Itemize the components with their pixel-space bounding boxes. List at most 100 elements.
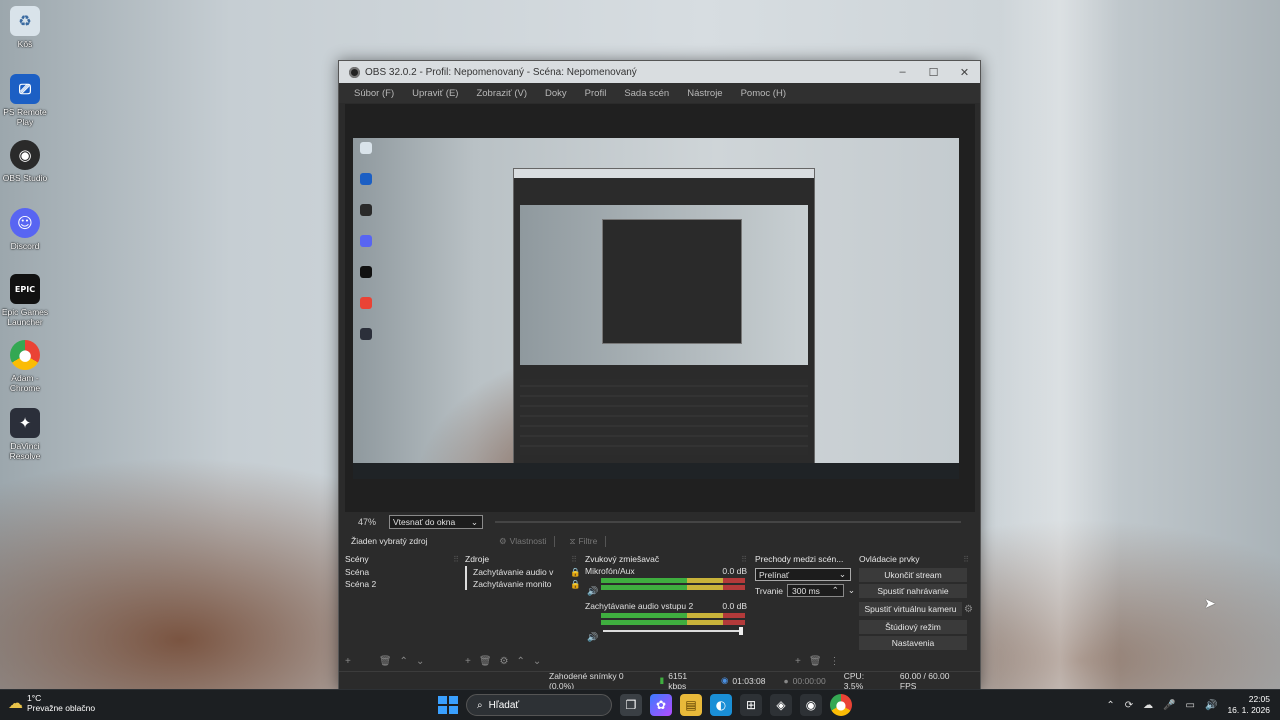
desktop-icon-ps-remote-play[interactable]: ⎚ PS Remote Play	[0, 74, 50, 127]
microphone-icon[interactable]: 🎤	[1163, 700, 1175, 711]
duration-label: Trvanie	[755, 585, 784, 596]
display-icon[interactable]: ▭	[1186, 700, 1195, 711]
spinner-icon[interactable]: ⌃	[832, 585, 839, 596]
window-title: OBS 32.0.2 - Profil: Nepomenovaný - Scén…	[365, 66, 637, 78]
start-recording-button[interactable]: Spustiť nahrávanie	[859, 584, 967, 598]
menu-scene-collection[interactable]: Sada scén	[615, 88, 678, 99]
menu-tools[interactable]: Nástroje	[678, 88, 731, 99]
mixer-title: Zvukový zmiešavač	[585, 554, 660, 564]
desktop-icon-recycle-bin[interactable]: ♻ Kôš	[0, 6, 50, 49]
menu-view[interactable]: Zobraziť (V)	[467, 88, 536, 99]
volume-meter	[601, 613, 745, 618]
clock[interactable]: 22:05 16. 1. 2026	[1227, 694, 1270, 716]
speaker-icon[interactable]: 🔊	[587, 632, 598, 643]
chevron-down-icon[interactable]: ⌄	[533, 656, 541, 667]
add-icon[interactable]: +	[345, 656, 351, 667]
properties-button[interactable]: ⚙ Vlastnosti	[491, 535, 556, 547]
menu-file[interactable]: Súbor (F)	[345, 88, 403, 99]
dock-grip-icon[interactable]: ⠿	[963, 555, 969, 564]
gear-icon[interactable]: ⚙	[500, 656, 509, 667]
file-explorer-icon[interactable]: ▤	[680, 694, 702, 716]
scene-item[interactable]: Scéna 2	[345, 578, 463, 590]
maximize-button[interactable]: ☐	[918, 61, 949, 83]
desktop-icon-chrome[interactable]: ● Adam - Chrome	[0, 340, 50, 393]
controls-dock: Ovládacie prvky ⠿ Ukončiť stream Spustiť…	[859, 552, 973, 668]
studio-mode-button[interactable]: Štúdiový režim	[859, 620, 967, 634]
preview-recursive-inner	[602, 219, 742, 344]
trash-icon[interactable]: 🗑	[479, 656, 492, 667]
desktop-icon-epic-games[interactable]: EPIC Epic Games Launcher	[0, 274, 50, 327]
menu-edit[interactable]: Upraviť (E)	[403, 88, 467, 99]
dock-grip-icon[interactable]: ⠿	[571, 555, 577, 564]
zoom-mode-select[interactable]: Vtesnať do okna ⌄	[389, 515, 483, 529]
obs-titlebar[interactable]: OBS 32.0.2 - Profil: Nepomenovaný - Scén…	[339, 61, 980, 83]
trash-icon[interactable]: 🗑	[809, 656, 822, 667]
preview-icon	[360, 142, 372, 154]
menu-docks[interactable]: Doky	[536, 88, 576, 99]
gear-icon[interactable]: ⚙	[964, 604, 973, 615]
copilot-icon[interactable]: ✿	[650, 694, 672, 716]
start-button[interactable]	[436, 694, 458, 716]
chevron-down-icon[interactable]: ⌄	[848, 585, 855, 596]
desktop-icon-discord[interactable]: ☺ Discord	[0, 208, 50, 251]
weather-desc: Prevažne oblačno	[27, 703, 96, 713]
weather-widget[interactable]: ☁ 1°C Prevažne oblačno	[8, 693, 95, 713]
chevron-up-icon[interactable]: ⌃	[1106, 700, 1114, 711]
sources-footer: + 🗑 ⚙ ⌃ ⌄	[465, 654, 541, 668]
settings-button[interactable]: Nastavenia	[859, 636, 967, 650]
obs-icon[interactable]: ◉	[800, 694, 822, 716]
dock-grip-icon[interactable]: ⠿	[453, 555, 459, 564]
trash-icon[interactable]: 🗑	[379, 656, 392, 667]
filter-icon: ⧖	[569, 535, 576, 546]
volume-slider-handle[interactable]	[739, 627, 743, 635]
chevron-up-icon[interactable]: ⌃	[517, 656, 525, 667]
task-view-icon[interactable]: ❐	[620, 694, 642, 716]
scene-item[interactable]: Scéna	[345, 566, 463, 578]
add-icon[interactable]: +	[795, 656, 801, 667]
source-item[interactable]: Zachytávanie monito 🔒	[465, 578, 581, 590]
docks: Scény ⠿ Scéna Scéna 2 + 🗑 ⌃ ⌄ Zdroje ⠿ Z…	[345, 552, 975, 672]
speaker-icon[interactable]: 🔊	[587, 586, 598, 597]
duration-value: 300 ms	[792, 585, 820, 596]
chrome-icon[interactable]: ●	[830, 694, 852, 716]
desktop-icon-davinci-resolve[interactable]: ✦ DaVinci Resolve	[0, 408, 50, 461]
menu-profile[interactable]: Profil	[576, 88, 616, 99]
speaker-icon[interactable]: 🔊	[1205, 700, 1217, 711]
minimize-button[interactable]: –	[887, 61, 918, 83]
menu-help[interactable]: Pomoc (H)	[732, 88, 795, 99]
meter-yellow	[687, 585, 724, 590]
source-item[interactable]: Zachytávanie audio v 🔒	[465, 566, 581, 578]
dock-grip-icon[interactable]: ⠿	[741, 555, 747, 564]
filters-button[interactable]: ⧖ Filtre	[561, 535, 607, 547]
transition-select[interactable]: Prelínať ⌄	[755, 568, 851, 581]
epic-games-icon[interactable]: ◈	[770, 694, 792, 716]
meter-yellow	[687, 613, 724, 618]
preview-area[interactable]	[345, 104, 975, 512]
chrome-icon: ●	[10, 340, 40, 370]
desktop-icon-label: DaVinci Resolve	[9, 441, 41, 461]
desktop-icon-obs-studio[interactable]: ◉ OBS Studio	[0, 140, 50, 183]
start-virtual-camera-button[interactable]: Spustiť virtuálnu kameru	[859, 602, 963, 616]
search-placeholder: Hľadať	[488, 699, 520, 711]
store-icon[interactable]: ⊞	[740, 694, 762, 716]
chevron-up-icon[interactable]: ⌃	[400, 656, 408, 667]
zoom-scrollbar[interactable]	[495, 521, 961, 523]
lock-icon[interactable]: 🔒	[570, 567, 581, 578]
duration-input[interactable]: 300 ms ⌃	[787, 584, 844, 597]
taskbar-search[interactable]: ⌕ Hľadať	[466, 694, 612, 716]
add-icon[interactable]: +	[465, 656, 471, 667]
meter-green	[601, 578, 688, 583]
bitrate-value: 6151 kbps	[668, 670, 688, 691]
preview-canvas[interactable]	[353, 138, 959, 479]
close-button[interactable]: ✕	[949, 61, 980, 83]
more-icon[interactable]: ⋮	[830, 656, 840, 667]
edge-icon[interactable]: ◐	[710, 694, 732, 716]
lock-icon[interactable]: 🔒	[570, 579, 581, 590]
bitrate-status: ▮ 6151 kbps	[660, 671, 703, 691]
update-icon[interactable]: ⟳	[1125, 700, 1133, 711]
stop-stream-button[interactable]: Ukončiť stream	[859, 568, 967, 582]
meter-green	[601, 613, 688, 618]
cloud-icon[interactable]: ☁	[1143, 700, 1153, 711]
volume-slider[interactable]	[603, 627, 743, 635]
chevron-down-icon[interactable]: ⌄	[416, 656, 424, 667]
